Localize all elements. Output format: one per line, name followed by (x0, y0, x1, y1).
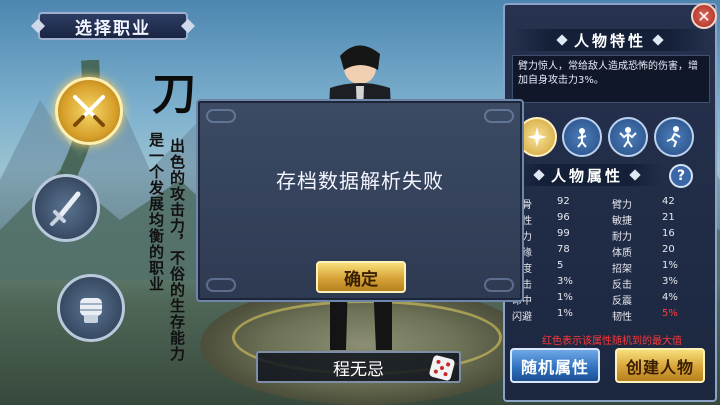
trait-description: 臂力惊人，常给敌人造成恐怖的伤害，增加自身攻击力3%。 (512, 55, 710, 103)
attr-value: 1% (557, 308, 573, 319)
class-blade-button[interactable] (55, 77, 123, 145)
attribute-row: 根骨92臂力42 (512, 195, 710, 211)
help-button[interactable]: ? (669, 164, 693, 188)
traits-title-text: 人物特性 (573, 31, 646, 50)
class-description-line-2: 是一个发展均衡的职业 (147, 132, 165, 292)
attr-label: 反击 (612, 280, 632, 291)
attr-value: 96 (557, 212, 570, 223)
attribute-row: 悟性96敏捷21 (512, 211, 710, 227)
cloud-ornament-icon (484, 278, 514, 292)
attribute-row: 魅力99耐力16 (512, 227, 710, 243)
attribute-row: 闪避 1% 韧性 5% (512, 307, 710, 323)
attributes-title-text: 人物属性 (550, 166, 623, 185)
random-attributes-button[interactable]: 随机属性 (510, 348, 600, 383)
attr-label: 韧性 (612, 312, 632, 323)
attr-value: 5% (662, 308, 678, 319)
dialog-message: 存档数据解析失败 (276, 169, 444, 193)
attr-value: 1% (662, 260, 678, 271)
sword-icon (50, 191, 81, 226)
character-name-field[interactable]: 程无忌 (256, 351, 461, 383)
attr-value: 5 (557, 260, 564, 271)
page-title-text: 选择职业 (75, 18, 151, 39)
class-description-line-1: 出色的攻击力，不俗的生存能力 (168, 138, 186, 362)
flex-icon (619, 127, 637, 148)
cloud-ornament-icon (206, 109, 236, 123)
attr-label: 闪避 (512, 312, 532, 323)
attr-value: 21 (662, 212, 675, 223)
trait-skill-4[interactable] (654, 117, 694, 157)
attribute-row: 暴击3%反击3% (512, 275, 710, 291)
diamond-icon (652, 34, 664, 46)
attr-value: 3% (662, 276, 678, 287)
max-value-note: 红色表示该属性随机到的最大值 (542, 336, 682, 347)
cloud-ornament-icon (206, 278, 236, 292)
attr-value: 4% (662, 292, 678, 303)
attr-label: 体质 (612, 248, 632, 259)
dialog-confirm-button[interactable]: 确定 (316, 261, 406, 293)
attr-value: 20 (662, 244, 675, 255)
attr-label: 招架 (612, 264, 632, 275)
runner-icon (666, 126, 681, 148)
attr-value: 42 (662, 196, 675, 207)
close-button[interactable]: ✕ (691, 3, 717, 29)
attr-label: 反震 (612, 296, 632, 307)
attr-label: 耐力 (612, 232, 632, 243)
attributes-section-title: 人物属性 (512, 164, 662, 186)
create-character-button[interactable]: 创建人物 (615, 348, 705, 383)
attr-value: 99 (557, 228, 570, 239)
page-title: 选择职业 (30, 12, 196, 40)
burst-icon (527, 127, 547, 147)
attribute-stats-table: 根骨92臂力42悟性96敏捷21魅力99耐力16福缘78体质20速度5招架1%暴… (512, 195, 710, 325)
attribute-row: 福缘78体质20 (512, 243, 710, 259)
attr-value: 1% (557, 292, 573, 303)
fist-icon (80, 298, 102, 323)
title-diamond-left-icon (30, 18, 46, 34)
traits-section-title: 人物特性 (512, 29, 708, 51)
crossed-swords-icon (73, 95, 105, 127)
diamond-icon (556, 34, 568, 46)
diamond-icon (629, 169, 641, 181)
error-dialog: 存档数据解析失败 确定 (196, 99, 524, 302)
axe-warrior-icon (577, 128, 587, 148)
trait-skill-3[interactable] (608, 117, 648, 157)
title-diamond-right-icon (180, 18, 196, 34)
diamond-icon (533, 169, 545, 181)
attribute-row: 速度5招架1% (512, 259, 710, 275)
attribute-row: 命中 1% 反震 4% (512, 291, 710, 307)
attr-value: 3% (557, 276, 573, 287)
class-name-calligraphy: 刀 (152, 69, 197, 120)
character-name-text: 程无忌 (333, 359, 384, 380)
random-name-dice-icon[interactable] (428, 354, 456, 382)
attr-value: 78 (557, 244, 570, 255)
attr-value: 16 (662, 228, 675, 239)
trait-skill-2[interactable] (562, 117, 602, 157)
attr-label: 敏捷 (612, 216, 632, 227)
class-sword-button[interactable] (32, 174, 100, 242)
cloud-ornament-icon (484, 109, 514, 123)
class-fist-button[interactable] (57, 274, 125, 342)
attr-value: 92 (557, 196, 570, 207)
attr-label: 臂力 (612, 200, 632, 211)
